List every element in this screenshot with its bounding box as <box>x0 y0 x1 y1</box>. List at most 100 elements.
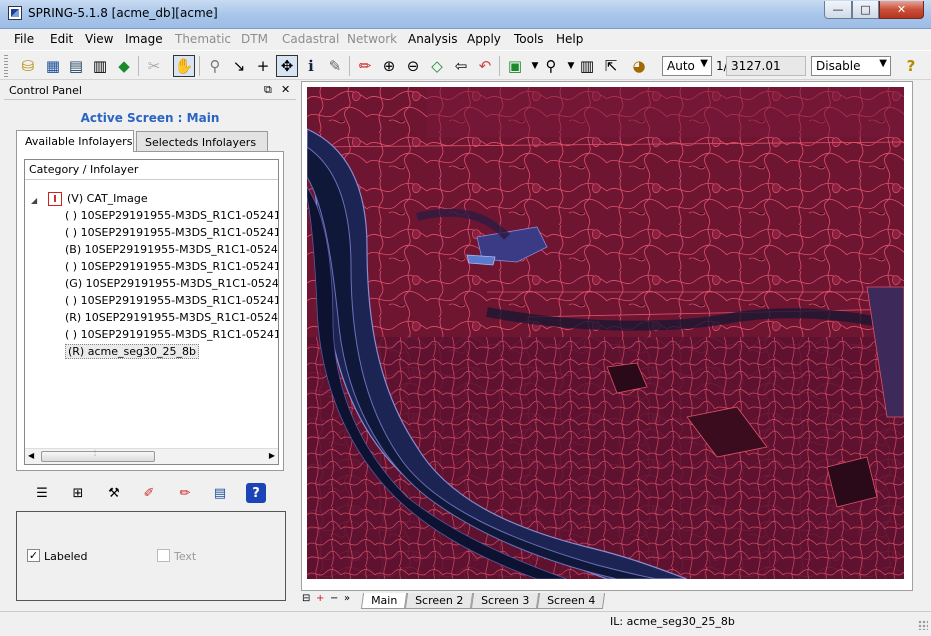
remove-screen-icon[interactable]: − <box>330 593 338 604</box>
tab-screen-4-label: Screen 4 <box>547 594 596 607</box>
menu-image[interactable]: Image <box>125 32 163 46</box>
collapse-icon[interactable]: ◢ <box>31 196 37 205</box>
list-item[interactable]: ( ) 10SEP29191955-M3DS_R1C1-052411965010… <box>65 294 278 311</box>
screen-menu-icon[interactable]: ⊟ <box>302 593 310 604</box>
scale-mode-select[interactable]: Auto ▼ <box>662 56 712 76</box>
tools-icon[interactable]: ⚒ <box>104 483 124 503</box>
screen-prev-icon[interactable]: » <box>344 593 350 604</box>
text-label: Text <box>174 550 197 563</box>
tab-selecteds-infolayers[interactable]: Selecteds Infolayers <box>136 131 268 152</box>
tab-screen-3[interactable]: Screen 3 <box>470 593 540 609</box>
resize-grip-icon[interactable] <box>918 620 928 630</box>
move-icon[interactable]: ✥ <box>276 55 298 77</box>
list-item[interactable]: (B) 10SEP29191955-M3DS_R1C1-052411965010… <box>65 243 278 260</box>
tab-main[interactable]: Main <box>360 593 408 609</box>
edit-icon[interactable]: ✐ <box>139 483 159 503</box>
menu-dtm[interactable]: DTM <box>241 32 268 46</box>
identify-icon[interactable]: ⚲ <box>540 55 562 77</box>
pan-hand-icon[interactable]: ✋ <box>173 55 195 77</box>
list-item[interactable]: (R) 10SEP29191955-M3DS_R1C1-052411965010… <box>65 311 278 328</box>
menu-cadastral[interactable]: Cadastral <box>282 32 339 46</box>
help-icon[interactable]: ? <box>246 483 266 503</box>
legend-icon[interactable]: ▤ <box>210 483 230 503</box>
scroll-right-icon[interactable]: ▶ <box>269 451 275 460</box>
toolbar-separator <box>349 56 350 76</box>
layer-add-icon[interactable]: ▣ <box>504 55 526 77</box>
cursor-plus-icon[interactable]: ⇱ <box>600 55 622 77</box>
labeled-checkbox[interactable]: ✓ <box>27 549 40 562</box>
window-title: SPRING-5.1.8 [acme_db][acme] <box>28 6 218 20</box>
draw-icon[interactable]: ✎ <box>324 55 346 77</box>
mode-select[interactable]: Disable ▼ <box>811 56 891 76</box>
close-icon[interactable]: ✕ <box>281 83 290 96</box>
chevron-down-icon: ▼ <box>879 58 887 69</box>
category-item[interactable]: (V) CAT_Image <box>67 192 148 209</box>
scroll-left-icon[interactable]: ◀ <box>28 451 34 460</box>
main-toolbar: ⛁ ▦ ▤ ▥ ◆ ✂ ✋ ⚲ ↘ + ✥ ℹ ✎ ✏ ⊕ ⊖ ◇ ⇦ ↶ ▣ … <box>0 50 931 80</box>
undock-icon[interactable]: ⧉ <box>264 83 272 97</box>
grid-toggle-icon[interactable]: ▥ <box>576 55 598 77</box>
image-icon[interactable]: ▦ <box>42 55 64 77</box>
menu-tools[interactable]: Tools <box>514 32 544 46</box>
app-icon <box>8 6 22 20</box>
zoom-out-icon[interactable]: ⊖ <box>402 55 424 77</box>
control-panel-title: Control Panel <box>9 84 82 97</box>
search-icon[interactable]: ⚲ <box>204 55 226 77</box>
selected-layer-label: (R) acme_seg30_25_8b <box>65 344 199 359</box>
delete-icon[interactable]: ✂ <box>143 55 165 77</box>
menu-view[interactable]: View <box>85 32 113 46</box>
panel-toolbar: ☰ ⊞ ⚒ ✐ ✏ ▤ ? <box>18 482 286 504</box>
tab-screen-2[interactable]: Screen 2 <box>404 593 474 609</box>
close-button[interactable]: ✕ <box>879 1 924 19</box>
screen-tabs: ⊟ + − » Main Screen 2 Screen 3 Screen 4 <box>300 591 930 609</box>
database-icon[interactable]: ⛁ <box>17 55 39 77</box>
menu-analysis[interactable]: Analysis <box>408 32 457 46</box>
info-icon[interactable]: ℹ <box>300 55 322 77</box>
eraser-icon[interactable]: ◆ <box>113 55 135 77</box>
pencil-icon[interactable]: ✏ <box>354 55 376 77</box>
minimize-button[interactable]: — <box>824 1 852 19</box>
list-item[interactable]: ( ) 10SEP29191955-M3DS_R1C1-052411965010… <box>65 260 278 277</box>
list-item[interactable]: (G) 10SEP29191955-M3DS_R1C1-052411965010… <box>65 277 278 294</box>
list-icon[interactable]: ☰ <box>32 483 52 503</box>
help-icon[interactable]: ? <box>900 55 922 77</box>
segmentation-map[interactable] <box>307 87 904 579</box>
list-item-selected[interactable]: (R) acme_seg30_25_8b <box>65 344 199 362</box>
menu-file[interactable]: File <box>14 32 34 46</box>
list-item[interactable]: ( ) 10SEP29191955-M3DS_R1C1-052411965010… <box>65 226 278 243</box>
menu-network[interactable]: Network <box>347 32 397 46</box>
toolbar-grip[interactable] <box>4 55 8 77</box>
menu-edit[interactable]: Edit <box>50 32 73 46</box>
scrollbar-thumb[interactable] <box>41 449 155 462</box>
back-icon[interactable]: ⇦ <box>450 55 472 77</box>
cursor-icon[interactable]: ↘ <box>228 55 250 77</box>
add-screen-icon[interactable]: + <box>316 593 324 604</box>
crosshair-icon[interactable]: + <box>252 55 274 77</box>
tab-available-infolayers[interactable]: Available Infolayers <box>16 130 134 152</box>
menu-apply[interactable]: Apply <box>467 32 501 46</box>
mode-select-value: Disable <box>816 59 861 73</box>
palette-icon[interactable]: ◕ <box>628 55 650 77</box>
menu-help[interactable]: Help <box>556 32 583 46</box>
text-checkbox[interactable] <box>157 549 170 562</box>
list-item[interactable]: ( ) 10SEP29191955-M3DS_R1C1-052411965010… <box>65 209 278 226</box>
scale-input[interactable]: 3127.01 <box>726 56 806 76</box>
tree-column-header[interactable]: Category / Infolayer <box>25 160 278 180</box>
list-item[interactable]: ( ) 10SEP29191955-M3DS_R1C1-052411965010… <box>65 328 278 345</box>
status-infolayer: IL: acme_seg30_25_8b <box>610 615 735 628</box>
properties-icon[interactable]: ⊞ <box>68 483 88 503</box>
table-icon[interactable]: ▥ <box>89 55 111 77</box>
undo-icon[interactable]: ↶ <box>474 55 496 77</box>
tree-horizontal-scrollbar[interactable]: ◀ ▶ <box>25 448 278 464</box>
pencil-icon[interactable]: ✏ <box>175 483 195 503</box>
scale-mode-value: Auto <box>667 59 695 73</box>
zoom-in-icon[interactable]: ⊕ <box>378 55 400 77</box>
menu-thematic[interactable]: Thematic <box>175 32 231 46</box>
maximize-button[interactable]: □ <box>852 1 879 19</box>
labeled-label: Labeled <box>44 550 88 563</box>
zoom-area-icon[interactable]: ◇ <box>426 55 448 77</box>
tab-screen-3-label: Screen 3 <box>481 594 530 607</box>
grid-icon[interactable]: ▤ <box>65 55 87 77</box>
tab-screen-4[interactable]: Screen 4 <box>536 593 606 609</box>
status-bar: IL: acme_seg30_25_8b <box>0 611 931 636</box>
